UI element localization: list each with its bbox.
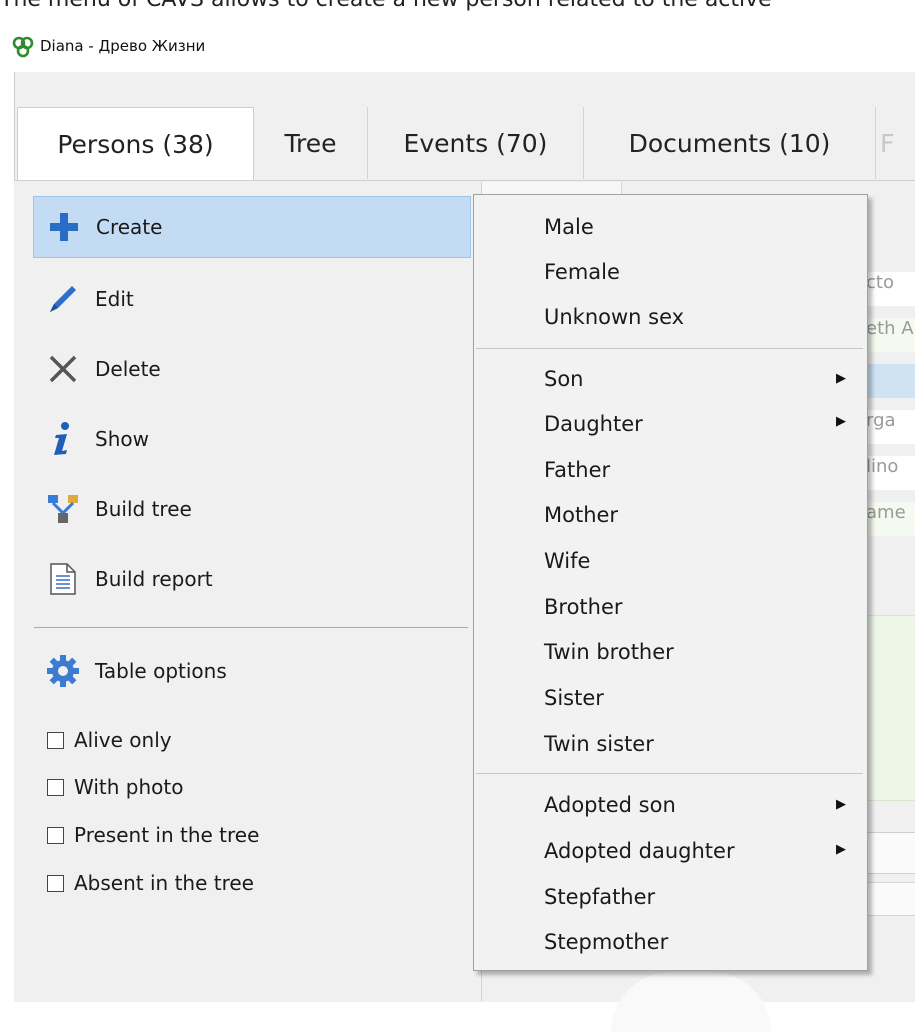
- menu-item-daughter[interactable]: Daughter: [544, 412, 643, 436]
- cell-text: rga: [866, 410, 896, 431]
- tab-persons[interactable]: Persons (38): [17, 107, 254, 180]
- table-cell: rga: [866, 410, 915, 444]
- checkbox-label: Alive only: [74, 728, 172, 752]
- tab-label: Documents (10): [628, 128, 831, 158]
- submenu-arrow-icon: ▶: [836, 371, 846, 386]
- show-label: Show: [95, 427, 149, 451]
- tab-label: Persons (38): [57, 129, 214, 159]
- page-caption: The menu of CAVS allows to create a new …: [0, 0, 915, 17]
- create-label: Create: [96, 215, 163, 239]
- menu-item-wife[interactable]: Wife: [544, 549, 590, 573]
- submenu-arrow-icon: ▶: [836, 797, 846, 812]
- info-icon: [43, 419, 83, 459]
- menu-item-adopted-son[interactable]: Adopted son: [544, 793, 676, 817]
- menu-item-stepmother[interactable]: Stepmother: [544, 930, 668, 954]
- cell-text: cto: [866, 272, 894, 293]
- build-report-button[interactable]: Build report: [33, 548, 471, 610]
- edit-button[interactable]: Edit: [33, 268, 471, 330]
- checkbox-label: Present in the tree: [74, 823, 260, 847]
- plus-icon: [44, 207, 84, 247]
- menu-separator: [476, 773, 863, 774]
- menu-item-mother[interactable]: Mother: [544, 503, 618, 527]
- edit-label: Edit: [95, 287, 134, 311]
- checkbox[interactable]: [47, 826, 64, 844]
- menu-item-twin-sister[interactable]: Twin sister: [544, 732, 654, 756]
- gear-icon: [43, 651, 83, 691]
- delete-button[interactable]: Delete: [33, 338, 471, 400]
- table-cell: lino: [866, 456, 915, 490]
- menu-item-stepfather[interactable]: Stepfather: [544, 885, 655, 909]
- filter-absent-in-tree[interactable]: Absent in the tree: [47, 868, 254, 898]
- table-cell-selected: [866, 364, 915, 398]
- menu-item-son[interactable]: Son: [544, 367, 584, 391]
- window-title: Diana - Древо Жизни: [40, 37, 206, 55]
- table-options-label: Table options: [95, 659, 227, 683]
- tab-more[interactable]: F: [876, 107, 915, 179]
- menu-item-male[interactable]: Male: [544, 215, 594, 239]
- app-logo-icon: [12, 36, 34, 58]
- window-titlebar: Diana - Древо Жизни: [0, 22, 915, 72]
- build-report-label: Build report: [95, 567, 213, 591]
- tab-events[interactable]: Events (70): [368, 107, 584, 179]
- tab-tree[interactable]: Tree: [254, 107, 368, 179]
- menu-item-father[interactable]: Father: [544, 458, 610, 482]
- table-cell: ame: [866, 502, 915, 536]
- checkbox-label: Absent in the tree: [74, 871, 254, 895]
- menu-separator: [476, 348, 863, 349]
- checkbox[interactable]: [47, 778, 64, 796]
- cell-text: lino: [866, 456, 899, 477]
- submenu-arrow-icon: ▶: [836, 414, 846, 429]
- filter-present-in-tree[interactable]: Present in the tree: [47, 820, 259, 850]
- checkbox-label: With photo: [74, 775, 184, 799]
- tab-documents[interactable]: Documents (10): [584, 107, 876, 179]
- cell-text: eth A: [866, 318, 914, 339]
- filter-with-photo[interactable]: With photo: [47, 772, 183, 802]
- submenu-arrow-icon: ▶: [836, 842, 846, 857]
- create-submenu: Male Female Unknown sex Son ▶ Daughter ▶…: [473, 194, 868, 971]
- menu-item-sister[interactable]: Sister: [544, 686, 604, 710]
- tab-label: Tree: [284, 128, 337, 158]
- document-icon: [43, 559, 83, 599]
- pencil-icon: [43, 279, 83, 319]
- photo-placeholder: [611, 972, 771, 1032]
- delete-label: Delete: [95, 357, 161, 381]
- menu-item-brother[interactable]: Brother: [544, 595, 623, 619]
- tab-label: F: [880, 128, 895, 158]
- cell-text: ame: [866, 502, 906, 523]
- tab-label: Events (70): [403, 128, 548, 158]
- menu-item-twin-brother[interactable]: Twin brother: [544, 640, 674, 664]
- menu-item-adopted-daughter[interactable]: Adopted daughter: [544, 839, 735, 863]
- filter-alive-only[interactable]: Alive only: [47, 725, 172, 755]
- build-tree-button[interactable]: Build tree: [33, 478, 471, 540]
- close-icon: [43, 349, 83, 389]
- checkbox[interactable]: [47, 874, 64, 892]
- menu-item-female[interactable]: Female: [544, 260, 620, 284]
- panel-divider: [34, 627, 468, 628]
- table-options-button[interactable]: Table options: [33, 640, 471, 702]
- show-button[interactable]: Show: [33, 408, 471, 470]
- build-tree-label: Build tree: [95, 497, 192, 521]
- menu-item-unknown-sex[interactable]: Unknown sex: [544, 305, 684, 329]
- checkbox[interactable]: [47, 731, 64, 749]
- table-cell: cto: [866, 272, 915, 306]
- create-button[interactable]: Create: [33, 196, 471, 258]
- table-cell: eth A: [866, 318, 915, 352]
- tree-icon: [43, 489, 83, 529]
